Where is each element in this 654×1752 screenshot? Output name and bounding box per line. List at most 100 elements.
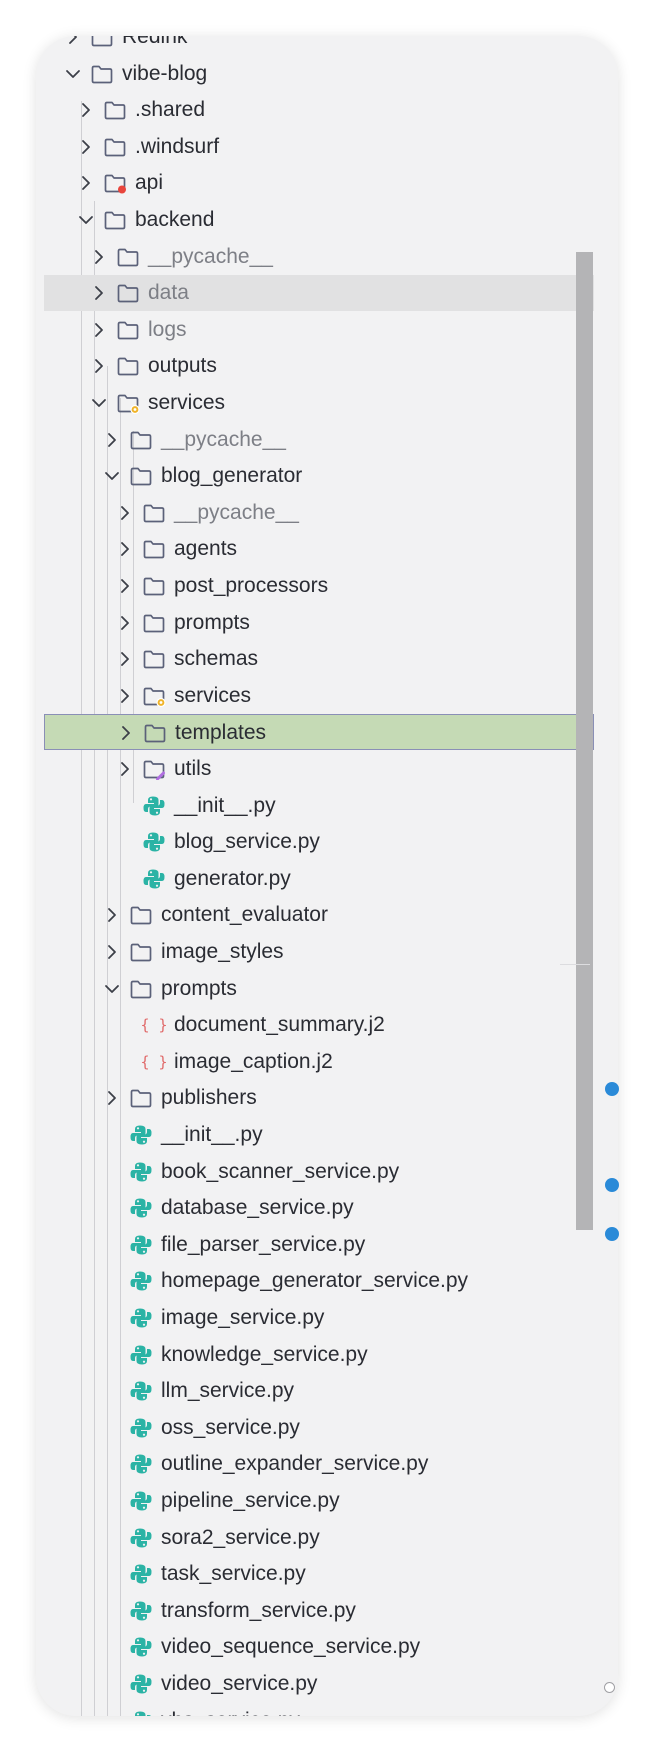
tree-folder-item[interactable]: __pycache__ bbox=[44, 239, 594, 275]
status-dot bbox=[605, 1178, 619, 1192]
folder-alert-icon bbox=[103, 172, 127, 194]
tree-file-item[interactable]: book_scanner_service.py bbox=[44, 1154, 594, 1190]
folder-icon bbox=[103, 99, 127, 121]
chevron-right-icon[interactable] bbox=[103, 906, 121, 924]
chevron-right-icon[interactable] bbox=[116, 504, 134, 522]
tree-file-item[interactable]: blog_service.py bbox=[44, 824, 594, 860]
tree-folder-item[interactable]: .shared bbox=[44, 92, 594, 128]
tree-item-label: image_service.py bbox=[161, 1306, 325, 1329]
tree-file-item[interactable]: video_sequence_service.py bbox=[44, 1629, 594, 1665]
chevron-down-icon[interactable] bbox=[64, 65, 82, 83]
chevron-right-icon[interactable] bbox=[77, 101, 95, 119]
tree-folder-item[interactable]: services bbox=[44, 385, 594, 421]
tree-item-label: backend bbox=[135, 208, 215, 231]
tree-folder-item[interactable]: prompts bbox=[44, 971, 594, 1007]
tree-file-item[interactable]: generator.py bbox=[44, 861, 594, 897]
chevron-right-icon[interactable] bbox=[64, 36, 82, 46]
chevron-right-icon[interactable] bbox=[103, 1089, 121, 1107]
tree-folder-item[interactable]: vibe-blog bbox=[44, 56, 594, 92]
tree-item-label: database_service.py bbox=[161, 1196, 354, 1220]
chevron-right-icon[interactable] bbox=[103, 943, 121, 961]
chevron-right-icon[interactable] bbox=[116, 687, 134, 705]
tree-folder-item[interactable]: image_styles bbox=[44, 934, 594, 970]
python-file-icon bbox=[129, 1417, 153, 1439]
folder-icon bbox=[129, 1087, 153, 1109]
python-file-icon bbox=[129, 1161, 153, 1183]
chevron-down-icon[interactable] bbox=[103, 980, 121, 998]
tree-item-label: content_evaluator bbox=[161, 903, 328, 927]
python-file-icon bbox=[129, 1270, 153, 1292]
tree-file-item[interactable]: task_service.py bbox=[44, 1556, 594, 1592]
tree-folder-item[interactable]: api bbox=[44, 165, 594, 201]
tree-folder-item[interactable]: __pycache__ bbox=[44, 495, 594, 531]
python-file-icon bbox=[129, 1307, 153, 1329]
tree-folder-item[interactable]: schemas bbox=[44, 641, 594, 677]
tree-folder-item[interactable]: Redink bbox=[44, 36, 594, 55]
tree-file-item[interactable]: sora2_service.py bbox=[44, 1520, 594, 1556]
folder-icon bbox=[142, 648, 166, 670]
svg-text:{ }: { } bbox=[142, 1016, 166, 1034]
chevron-right-icon[interactable] bbox=[77, 174, 95, 192]
tree-file-item[interactable]: video_service.py bbox=[44, 1666, 594, 1702]
tree-folder-item[interactable]: outputs bbox=[44, 348, 594, 384]
folder-icon bbox=[129, 941, 153, 963]
chevron-right-icon[interactable] bbox=[90, 357, 108, 375]
tree-file-item[interactable]: { } image_caption.j2 bbox=[44, 1044, 594, 1080]
tree-item-label: sora2_service.py bbox=[161, 1525, 320, 1549]
tree-file-item[interactable]: { } document_summary.j2 bbox=[44, 1007, 594, 1043]
tree-folder-item[interactable]: __pycache__ bbox=[44, 422, 594, 458]
tree-folder-item[interactable]: publishers bbox=[44, 1080, 594, 1116]
tree-file-item[interactable]: __init__.py bbox=[44, 1117, 594, 1153]
chevron-down-icon[interactable] bbox=[77, 211, 95, 229]
tree-folder-item[interactable]: utils bbox=[44, 751, 594, 787]
tree-file-item[interactable]: database_service.py bbox=[44, 1190, 594, 1226]
tree-file-item[interactable]: homepage_generator_service.py bbox=[44, 1263, 594, 1299]
tree-folder-item[interactable]: .windsurf bbox=[44, 129, 594, 165]
tree-folder-item[interactable]: templates bbox=[44, 714, 594, 751]
tree-file-item[interactable]: pipeline_service.py bbox=[44, 1483, 594, 1519]
tree-folder-item[interactable]: data bbox=[44, 275, 594, 312]
resize-handle[interactable] bbox=[604, 1682, 615, 1693]
tree-file-item[interactable]: oss_service.py bbox=[44, 1410, 594, 1446]
tree-folder-item[interactable]: post_processors bbox=[44, 568, 594, 604]
chevron-right-icon[interactable] bbox=[90, 321, 108, 339]
tree-item-label: services bbox=[148, 391, 226, 414]
chevron-down-icon[interactable] bbox=[90, 394, 108, 412]
tree-file-item[interactable]: image_service.py bbox=[44, 1300, 594, 1336]
tree-item-label: __init__.py bbox=[174, 793, 276, 817]
tree-file-item[interactable]: __init__.py bbox=[44, 788, 594, 824]
tree-file-item[interactable]: file_parser_service.py bbox=[44, 1227, 594, 1263]
folder-icon bbox=[143, 722, 167, 744]
tree-folder-item[interactable]: backend bbox=[44, 202, 594, 238]
chevron-right-icon[interactable] bbox=[90, 284, 108, 302]
tree-item-label: document_summary.j2 bbox=[174, 1013, 385, 1037]
tree-file-item[interactable]: transform_service.py bbox=[44, 1593, 594, 1629]
tree-folder-item[interactable]: logs bbox=[44, 312, 594, 348]
chevron-right-icon[interactable] bbox=[77, 138, 95, 156]
chevron-right-icon[interactable] bbox=[90, 248, 108, 266]
file-explorer-panel: Redink vibe-blog .shared .windsurf api backen… bbox=[36, 36, 618, 1716]
chevron-right-icon[interactable] bbox=[116, 760, 134, 778]
tree-file-item[interactable]: llm_service.py bbox=[44, 1373, 594, 1409]
tree-file-item[interactable]: knowledge_service.py bbox=[44, 1337, 594, 1373]
tree-folder-item[interactable]: services bbox=[44, 678, 594, 714]
tree-file-item[interactable]: outline_expander_service.py bbox=[44, 1446, 594, 1482]
folder-icon bbox=[103, 136, 127, 158]
editor-divider bbox=[560, 964, 590, 965]
tree-folder-item[interactable]: agents bbox=[44, 531, 594, 567]
tree-folder-item[interactable]: blog_generator bbox=[44, 458, 594, 494]
tree-item-label: homepage_generator_service.py bbox=[161, 1269, 469, 1293]
tree-file-item[interactable]: vhs_service.py bbox=[44, 1703, 594, 1716]
tree-item-label: image_styles bbox=[161, 940, 284, 963]
chevron-right-icon[interactable] bbox=[117, 724, 135, 742]
tree-folder-item[interactable]: content_evaluator bbox=[44, 897, 594, 933]
chevron-right-icon[interactable] bbox=[103, 431, 121, 449]
chevron-right-icon[interactable] bbox=[116, 540, 134, 558]
tree-item-label: book_scanner_service.py bbox=[161, 1159, 400, 1183]
chevron-right-icon[interactable] bbox=[116, 577, 134, 595]
chevron-down-icon[interactable] bbox=[103, 467, 121, 485]
chevron-right-icon[interactable] bbox=[116, 650, 134, 668]
chevron-right-icon[interactable] bbox=[116, 614, 134, 632]
vertical-scrollbar[interactable] bbox=[576, 252, 593, 1230]
tree-folder-item[interactable]: prompts bbox=[44, 605, 594, 641]
